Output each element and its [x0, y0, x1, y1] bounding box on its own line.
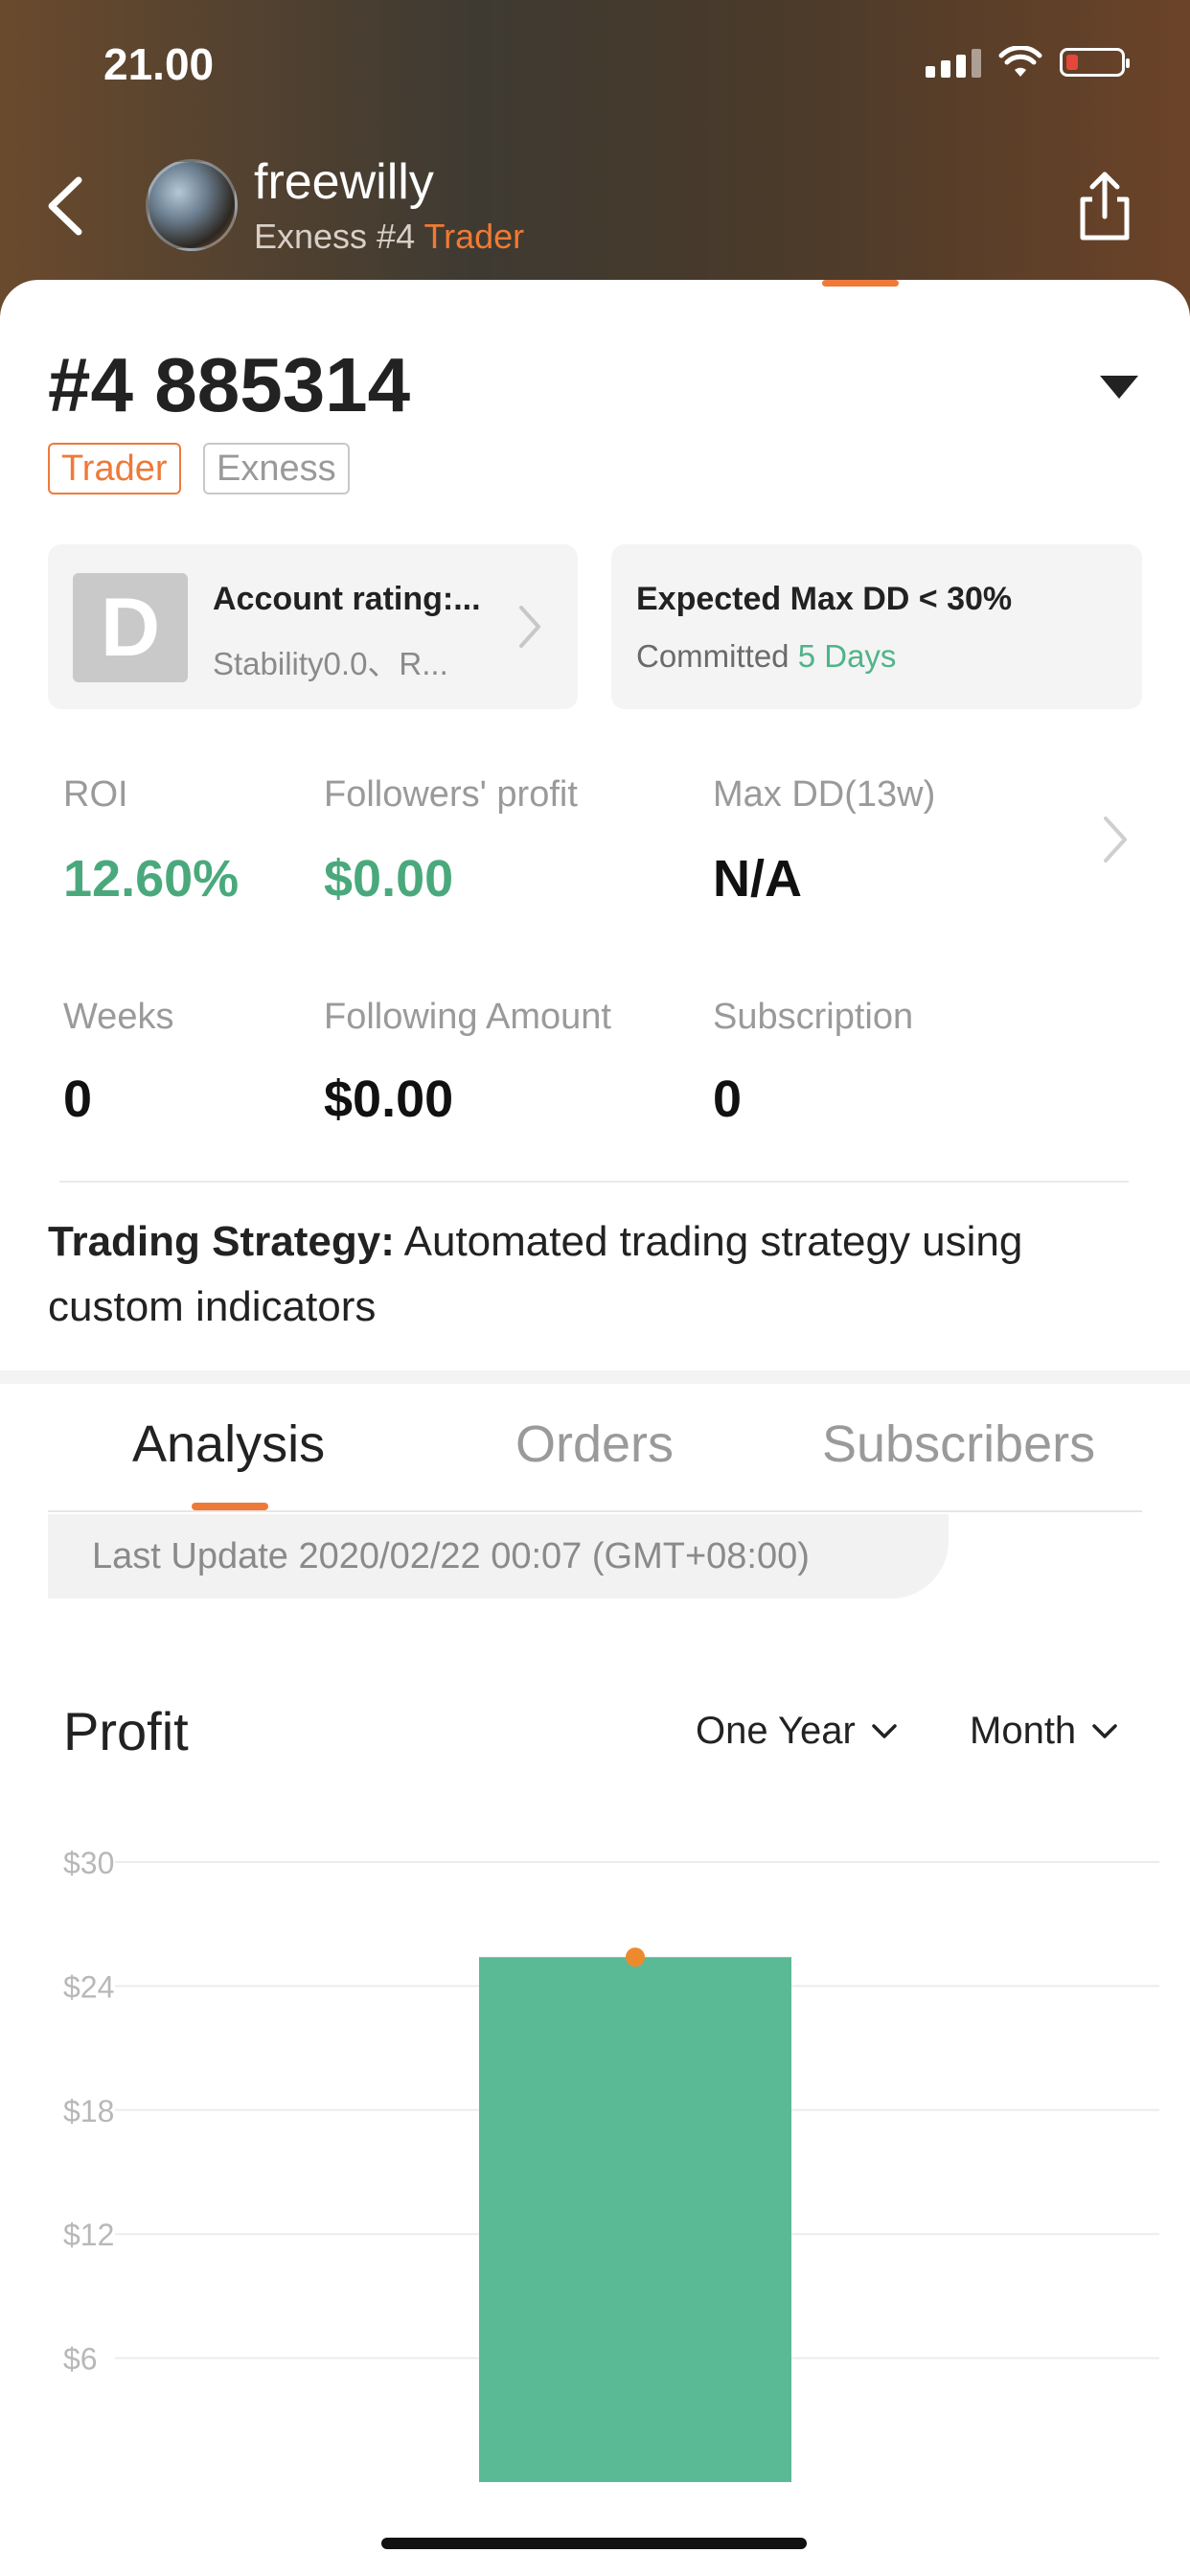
broker-rank: Exness #4 [254, 217, 416, 256]
role-label: Trader [423, 217, 525, 256]
range-select-value: One Year [696, 1710, 856, 1752]
committed-value: 5 Days [797, 638, 897, 674]
metric-value-subscription: 0 [713, 1070, 743, 1128]
avatar[interactable] [146, 159, 238, 251]
dropdown-caret-icon[interactable] [1100, 376, 1138, 399]
y-tick-label: $30 [63, 1846, 114, 1880]
metric-label-weeks: Weeks [63, 997, 174, 1037]
period-select[interactable]: Month [970, 1710, 1118, 1753]
tag-exness: Exness [203, 443, 350, 494]
chevron-down-icon [1092, 1723, 1117, 1738]
metric-value-weeks: 0 [63, 1070, 93, 1128]
rating-grade-logo: D [73, 573, 188, 682]
metric-value-max-dd: N/A [713, 850, 802, 908]
tab-orders[interactable]: Orders [515, 1414, 674, 1474]
trader-subtitle: Exness #4 Trader [254, 217, 524, 257]
metric-label-max-dd: Max DD(13w) [713, 774, 936, 815]
strategy-label: Trading Strategy: [48, 1218, 395, 1265]
profit-point [626, 1947, 645, 1967]
back-arrow-icon[interactable] [38, 172, 96, 240]
y-tick-label: $12 [63, 2218, 114, 2252]
card-handle [822, 280, 899, 287]
account-title: #4 885314 [48, 342, 411, 427]
tag-trader: Trader [48, 443, 181, 494]
tab-bar-border [48, 1510, 1142, 1512]
profit-bar [479, 1957, 791, 2482]
period-select-value: Month [970, 1710, 1077, 1752]
max-dd-title: Expected Max DD < 30% [636, 581, 1013, 617]
status-icons [926, 46, 1130, 79]
metric-value-roi: 12.60% [63, 850, 240, 908]
metric-label-following-amount: Following Amount [324, 997, 611, 1037]
last-update-banner: Last Update 2020/02/22 00:07 (GMT+08:00) [48, 1514, 949, 1598]
y-tick-label: $24 [63, 1969, 114, 2004]
tab-analysis[interactable]: Analysis [132, 1414, 325, 1474]
committed-label: Committed [636, 638, 790, 674]
rating-subtitle: Stability0.0、R... [213, 646, 448, 681]
signal-icon [926, 47, 981, 78]
metric-label-followers-profit: Followers' profit [324, 774, 578, 815]
metric-label-roi: ROI [63, 774, 128, 815]
metric-value-following-amount: $0.00 [324, 1070, 454, 1128]
y-tick-label: $6 [63, 2342, 98, 2377]
metric-value-followers-profit: $0.00 [324, 850, 454, 908]
trading-strategy: Trading Strategy: Automated trading stra… [48, 1209, 1150, 1340]
status-time: 21.00 [103, 39, 215, 89]
max-dd-card [611, 544, 1142, 709]
profit-title: Profit [63, 1701, 189, 1761]
rating-title: Account rating:... [213, 581, 481, 617]
metric-label-subscription: Subscription [713, 997, 914, 1037]
chevron-right-icon [519, 606, 540, 648]
range-select[interactable]: One Year [696, 1710, 898, 1753]
wifi-icon [998, 46, 1042, 77]
section-separator [0, 1370, 1190, 1384]
share-icon[interactable] [1073, 171, 1136, 243]
chevron-down-icon [872, 1723, 897, 1738]
home-indicator[interactable] [381, 2538, 807, 2549]
active-tab-indicator [192, 1503, 268, 1510]
tab-subscribers[interactable]: Subscribers [822, 1414, 1095, 1474]
profit-chart: $6 $12 $18 $24 $30 [63, 1846, 1159, 2482]
battery-icon [1060, 48, 1130, 77]
committed-text: Committed 5 Days [636, 638, 896, 675]
divider [59, 1181, 1129, 1183]
y-tick-label: $18 [63, 2094, 114, 2128]
trader-username: freewilly [254, 154, 434, 210]
chevron-right-icon[interactable] [1098, 811, 1133, 868]
